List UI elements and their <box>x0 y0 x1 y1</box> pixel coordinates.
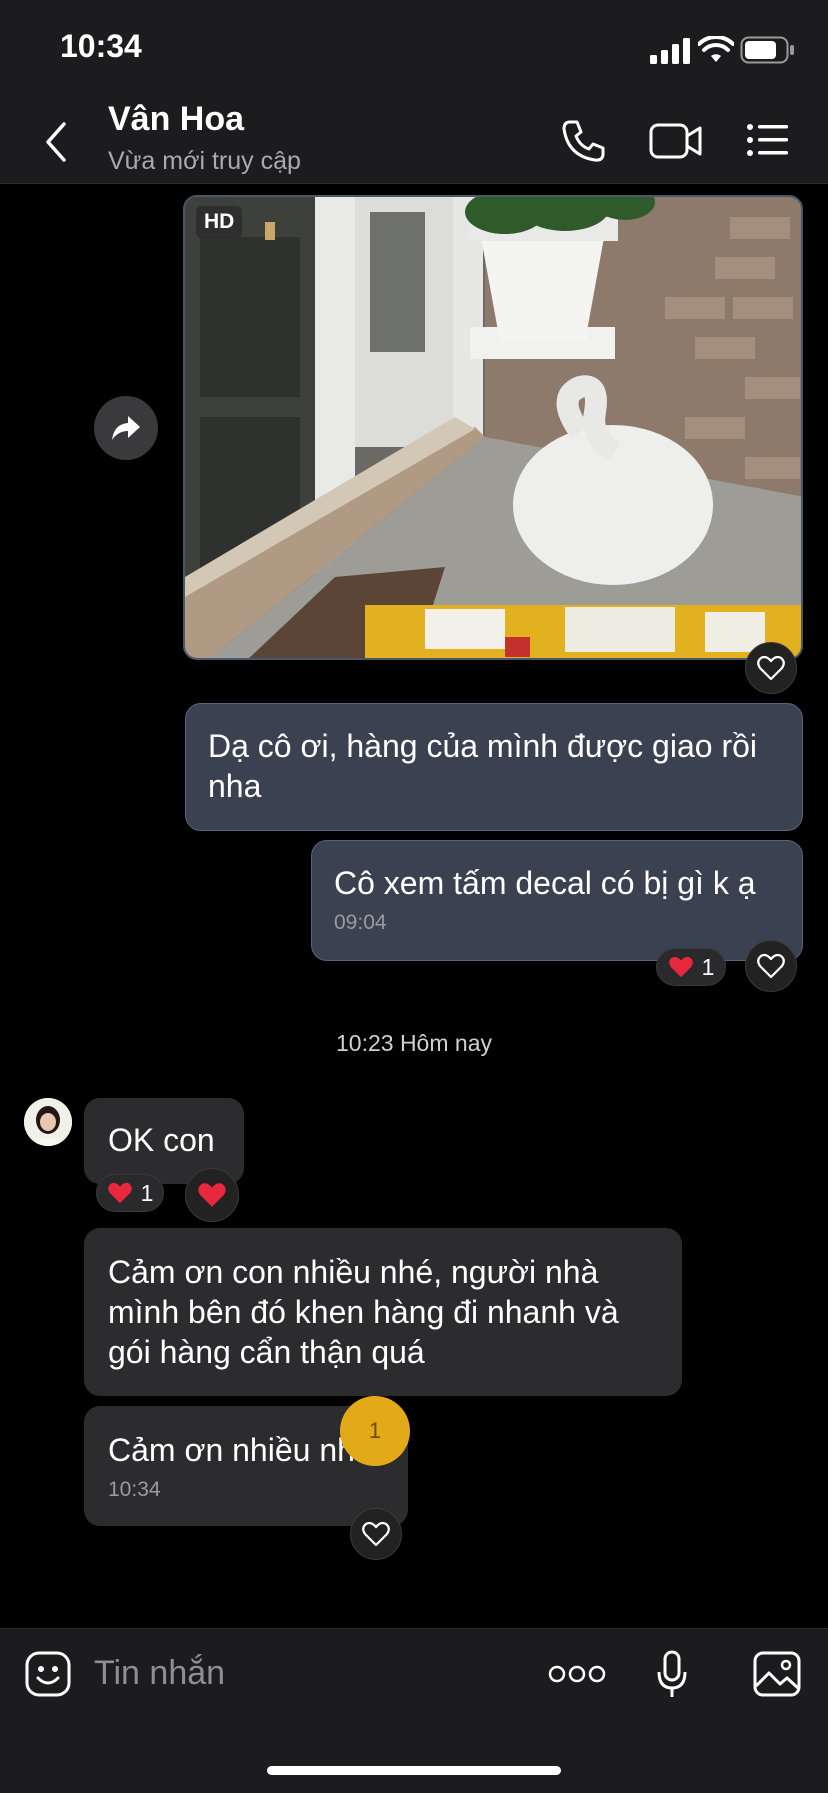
contact-name[interactable]: Vân Hoa <box>108 100 244 139</box>
heart-outline-icon <box>757 655 785 681</box>
avatar-image <box>24 1098 72 1146</box>
outgoing-message[interactable]: Cô xem tấm decal có bị gì k ạ 09:04 <box>311 840 803 961</box>
list-icon[interactable] <box>746 122 790 158</box>
heart-react-button[interactable] <box>185 1168 239 1222</box>
heart-icon <box>107 1182 132 1204</box>
heart-react-button[interactable] <box>350 1508 402 1560</box>
heart-outline-icon <box>757 953 785 979</box>
contact-status: Vừa mới truy cập <box>108 147 301 175</box>
video-icon[interactable] <box>648 120 704 162</box>
battery-icon <box>740 36 794 64</box>
back-icon[interactable] <box>40 120 72 164</box>
photo-message[interactable] <box>183 195 803 660</box>
sticker-icon[interactable] <box>24 1650 72 1698</box>
mic-icon[interactable] <box>656 1650 688 1700</box>
message-text: Cô xem tấm decal có bị gì k ạ <box>334 865 756 901</box>
incoming-message[interactable]: Cảm ơn con nhiều nhé, người nhà mình bên… <box>84 1228 682 1396</box>
home-indicator[interactable] <box>267 1766 561 1775</box>
outgoing-message[interactable]: Dạ cô ơi, hàng của mình được giao rồi nh… <box>185 703 803 831</box>
avatar[interactable] <box>24 1098 72 1146</box>
heart-icon <box>668 956 693 978</box>
hd-badge: HD <box>196 206 243 238</box>
reaction-pill[interactable]: 1 <box>96 1174 164 1212</box>
floating-badge[interactable]: 1 <box>340 1396 410 1466</box>
heart-react-button[interactable] <box>745 940 797 992</box>
message-input[interactable]: Tin nhắn <box>94 1654 225 1693</box>
forward-button[interactable] <box>94 396 158 460</box>
reaction-count: 1 <box>701 953 715 980</box>
heart-icon <box>198 1183 226 1207</box>
message-text: Dạ cô ơi, hàng của mình được giao rồi nh… <box>208 728 757 804</box>
heart-outline-icon <box>362 1521 390 1547</box>
forward-icon <box>112 416 140 440</box>
wifi-icon <box>698 36 734 62</box>
signal-icon <box>650 38 690 64</box>
phone-icon[interactable] <box>560 118 606 164</box>
message-time: 10:34 <box>108 1478 161 1501</box>
reaction-pill[interactable]: 1 <box>656 948 726 986</box>
photo-heart-button[interactable] <box>745 642 797 694</box>
more-icon[interactable] <box>548 1664 606 1684</box>
reaction-count: 1 <box>140 1179 154 1206</box>
message-text: OK con <box>108 1122 215 1158</box>
photo-image <box>185 197 801 658</box>
message-text: Cảm ơn con nhiều nhé, người nhà mình bên… <box>108 1254 619 1370</box>
message-time: 09:04 <box>334 911 387 934</box>
day-separator: 10:23 Hôm nay <box>336 1030 492 1056</box>
gallery-icon[interactable] <box>752 1650 802 1698</box>
status-time: 10:34 <box>60 28 142 64</box>
